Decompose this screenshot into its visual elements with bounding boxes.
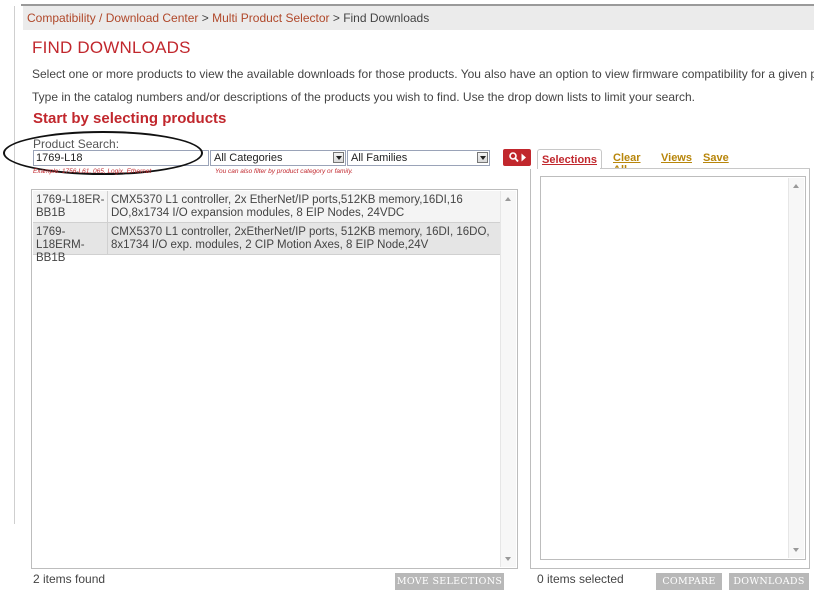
table-row[interactable]: 1769-L18ER-BB1B CMX5370 L1 controller, 2… bbox=[33, 191, 503, 223]
product-description: CMX5370 L1 controller, 2xEtherNet/IP por… bbox=[111, 226, 490, 251]
column-divider bbox=[107, 223, 108, 254]
views-link[interactable]: Views bbox=[661, 152, 692, 164]
section-subtitle: Start by selecting products bbox=[33, 110, 227, 127]
results-scrollbar[interactable] bbox=[500, 191, 516, 567]
category-select[interactable]: All Categories bbox=[210, 150, 346, 166]
selections-panel bbox=[530, 169, 810, 569]
save-link[interactable]: Save bbox=[703, 152, 729, 164]
scroll-up-icon[interactable] bbox=[793, 184, 799, 188]
move-selections-button[interactable]: MOVE SELECTIONS ► bbox=[395, 573, 504, 604]
column-divider bbox=[107, 191, 108, 222]
left-border bbox=[14, 6, 22, 524]
chevron-down-icon[interactable] bbox=[477, 152, 488, 163]
items-found-count: 2 items found bbox=[33, 572, 106, 586]
catalog-number: 1769-L18ER-BB1B bbox=[36, 194, 105, 219]
chevron-down-icon[interactable] bbox=[333, 152, 344, 163]
search-icon bbox=[509, 152, 526, 163]
breadcrumb-multi-product-link[interactable]: Multi Product Selector bbox=[212, 11, 329, 25]
page-title: FIND DOWNLOADS bbox=[32, 38, 191, 57]
items-selected-count: 0 items selected bbox=[537, 572, 624, 586]
compare-button[interactable]: COMPARE bbox=[656, 573, 722, 590]
table-row[interactable]: 1769-L18ERM-BB1B CMX5370 L1 controller, … bbox=[33, 223, 503, 264]
intro-text-2: Type in the catalog numbers and/or descr… bbox=[32, 90, 696, 104]
results-list: 1769-L18ER-BB1B CMX5370 L1 controller, 2… bbox=[31, 189, 518, 569]
family-select[interactable]: All Families bbox=[347, 150, 490, 166]
tab-selections[interactable]: Selections bbox=[537, 149, 602, 169]
category-select-value: All Categories bbox=[214, 152, 283, 164]
scroll-down-icon[interactable] bbox=[793, 548, 799, 552]
breadcrumb-separator: > bbox=[329, 11, 344, 25]
family-select-value: All Families bbox=[351, 152, 408, 164]
breadcrumb-current: Find Downloads bbox=[343, 11, 430, 25]
selections-scrollbar[interactable] bbox=[788, 178, 804, 558]
search-button[interactable] bbox=[503, 149, 531, 166]
breadcrumb-compatibility-link[interactable]: Compatibility / Download Center bbox=[27, 11, 198, 25]
breadcrumb-separator: > bbox=[198, 11, 213, 25]
breadcrumb: Compatibility / Download Center > Multi … bbox=[23, 6, 814, 30]
selections-list bbox=[540, 176, 806, 560]
product-description: CMX5370 L1 controller, 2x EtherNet/IP po… bbox=[111, 194, 463, 219]
search-example-hint: Example: 1756-L61, 065, Logix, Ethernet bbox=[33, 168, 152, 175]
scroll-down-icon[interactable] bbox=[505, 557, 511, 561]
filter-hint: You can also filter by product category … bbox=[215, 168, 353, 175]
intro-text-1: Select one or more products to view the … bbox=[32, 67, 814, 81]
scroll-up-icon[interactable] bbox=[505, 197, 511, 201]
catalog-number: 1769-L18ERM-BB1B bbox=[36, 226, 85, 264]
downloads-button[interactable]: DOWNLOADS bbox=[729, 573, 809, 590]
